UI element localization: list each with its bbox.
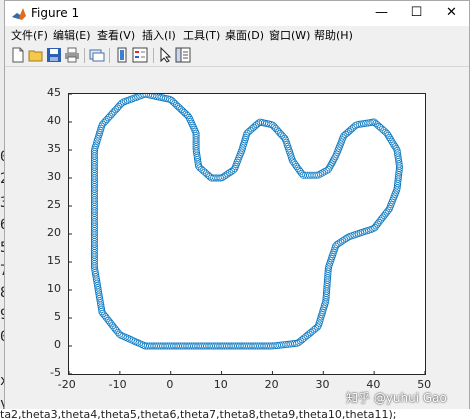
data-point-marker	[363, 227, 371, 235]
x-tick-label: 30	[315, 378, 330, 391]
data-point-marker	[94, 135, 102, 143]
background-command-text: ta2,theta3,theta4,theta5,theta6,theta7,t…	[0, 409, 474, 419]
toolbar-separator	[84, 48, 85, 63]
menu-tools[interactable]: 工具(T)	[183, 27, 220, 43]
data-point-marker	[242, 133, 250, 141]
data-point-marker	[224, 170, 232, 178]
data-point-marker	[92, 141, 100, 149]
data-point-marker	[298, 170, 306, 178]
y-tick-label: 0	[54, 338, 61, 351]
title-bar: Figure 1 — ☐ ✕	[5, 1, 469, 26]
save-icon[interactable]	[46, 47, 62, 63]
figure-canvas: -20 -10 0 10 20 30 40 50 -5 0 5 10 15 20 25 30 35 40 45	[5, 67, 469, 409]
matlab-logo-icon	[11, 6, 27, 22]
colorbar-icon[interactable]	[114, 47, 130, 63]
data-point-marker	[240, 140, 248, 148]
maximize-button[interactable]: ☐	[399, 1, 434, 26]
x-tick-label: -20	[57, 378, 76, 391]
plot-axes[interactable]	[68, 93, 426, 375]
data-point-marker	[321, 300, 329, 308]
data-point-marker	[320, 302, 328, 310]
data-point-marker	[92, 139, 100, 147]
menu-edit[interactable]: 编辑(E)	[53, 27, 91, 43]
y-tick-label: 5	[54, 310, 61, 323]
data-point-marker	[239, 144, 247, 152]
toolbar-separator	[109, 48, 110, 63]
data-point-marker	[333, 241, 341, 249]
y-tick-label: 35	[47, 142, 61, 155]
property-inspector-icon[interactable]	[175, 47, 191, 63]
y-tick-label: 15	[47, 254, 61, 267]
data-point-marker	[149, 94, 157, 100]
x-tick-label: 20	[264, 378, 279, 391]
toolbar	[5, 44, 469, 67]
y-tick-label: -5	[50, 366, 61, 379]
figure-window: Figure 1 — ☐ ✕ 文件(F) 编辑(E) 查看(V) 插入(I) 工…	[4, 0, 470, 410]
watermark: 知乎 @yuhui Gao	[346, 391, 447, 405]
x-tick-label: 10	[213, 378, 228, 391]
print-icon[interactable]	[64, 47, 80, 63]
pointer-icon[interactable]	[157, 47, 173, 63]
link-plot-icon[interactable]	[89, 47, 105, 63]
menu-desktop[interactable]: 桌面(D)	[225, 27, 264, 43]
legend-icon[interactable]	[132, 47, 148, 63]
open-file-icon[interactable]	[28, 47, 44, 63]
close-button[interactable]: ✕	[434, 1, 469, 26]
data-point-marker	[229, 166, 237, 174]
menu-bar: 文件(F) 编辑(E) 查看(V) 插入(I) 工具(T) 桌面(D) 窗口(W…	[5, 26, 469, 44]
y-tick-label: 25	[47, 198, 61, 211]
y-tick-label: 20	[47, 226, 61, 239]
data-point-marker	[96, 129, 104, 137]
y-tick-label: 30	[47, 170, 61, 183]
x-tick-label: -10	[108, 378, 127, 391]
y-tick-label: 40	[47, 114, 61, 127]
data-point-marker	[317, 313, 325, 321]
menu-insert[interactable]: 插入(I)	[142, 27, 176, 43]
y-tick-label: 45	[47, 86, 61, 99]
menu-help[interactable]: 帮助(H)	[314, 27, 353, 43]
plot-area	[69, 94, 425, 374]
data-point-marker	[238, 146, 246, 154]
data-point-marker	[317, 315, 325, 323]
data-point-marker	[95, 131, 103, 139]
data-point-marker	[97, 124, 105, 132]
menu-window[interactable]: 窗口(W)	[269, 27, 310, 43]
data-point-marker	[241, 136, 249, 144]
menu-view[interactable]: 查看(V)	[97, 27, 135, 43]
data-point-marker	[318, 309, 326, 317]
y-tick-label: 10	[47, 282, 61, 295]
window-title: Figure 1	[31, 6, 80, 20]
x-tick-label: 0	[166, 378, 174, 391]
minimize-button[interactable]: —	[364, 1, 399, 26]
toolbar-separator	[153, 48, 154, 63]
new-figure-icon[interactable]	[10, 47, 26, 63]
data-point-marker	[319, 306, 327, 314]
menu-file[interactable]: 文件(F)	[11, 27, 48, 43]
